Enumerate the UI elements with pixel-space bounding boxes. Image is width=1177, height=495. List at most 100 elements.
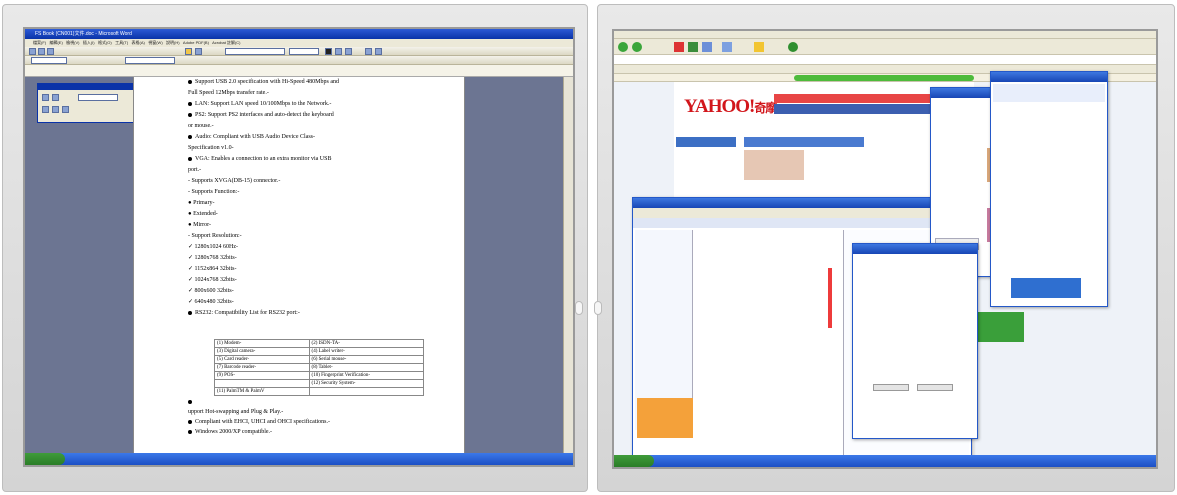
new-doc-icon[interactable] (29, 48, 36, 55)
document-page[interactable]: Support USB 2.0 specification with Hi-Sp… (133, 77, 465, 465)
menu-tools[interactable]: 工具(T) (115, 40, 128, 45)
list-scrollbar[interactable] (828, 268, 832, 328)
panel-tool-icon[interactable] (62, 106, 69, 113)
yahoo-left-menu[interactable] (676, 137, 736, 147)
document-line: - Supports XVGA(DB-15) connector.- (188, 178, 280, 185)
back-icon[interactable] (618, 42, 628, 52)
document-line-text: Full Speed 12Mbps transfer rate.- (188, 90, 269, 96)
document-line-text: Specification v1.0- (188, 145, 234, 151)
address-bar[interactable] (614, 55, 1156, 65)
taskbar (614, 455, 1156, 467)
menu-format[interactable]: 格式(O) (98, 40, 112, 45)
contact-list[interactable] (993, 106, 1105, 256)
stop-icon[interactable] (674, 42, 684, 52)
ie-menu-bar[interactable] (614, 31, 1156, 39)
start-button[interactable] (614, 455, 654, 467)
document-line: ● Extended- (188, 211, 218, 218)
menu-help[interactable]: 說明(H) (166, 40, 180, 45)
panel-tool-icon[interactable] (42, 94, 49, 101)
menu-window[interactable]: 視窗(W) (148, 40, 162, 45)
document-line: Compliant with EHCI, UHCI and OHCI speci… (188, 419, 330, 426)
table-cell: (6) Serial mouse- (308, 355, 425, 364)
compose-button[interactable] (873, 384, 909, 391)
document-line: ✓ 1024x768 32bits- (188, 277, 237, 284)
table-row: (11) PalmTM & PalmV (214, 387, 425, 396)
messenger-profile[interactable] (993, 84, 1105, 102)
table-cell: (2) ISDN-TA- (308, 339, 425, 348)
menu-file[interactable]: 檔案(F) (33, 40, 46, 45)
refresh-icon[interactable] (688, 42, 698, 52)
compose-body[interactable] (857, 284, 973, 364)
paste-icon[interactable] (185, 48, 192, 55)
table-cell: (3) Digital camera- (214, 347, 310, 356)
menu-view[interactable]: 檢視(V) (66, 40, 79, 45)
document-line: VGA: Enables a connection to an extra mo… (188, 156, 331, 163)
open-icon[interactable] (38, 48, 45, 55)
document-line: ✓ 1152x864 32bits- (188, 266, 236, 273)
bullet-icon (188, 156, 192, 161)
yahoo-logo[interactable]: YAHOO!奇摩 (684, 96, 777, 118)
ie-toolbar[interactable] (614, 39, 1156, 55)
underline-icon[interactable] (345, 48, 352, 55)
menu-insert[interactable]: 插入(I) (83, 40, 95, 45)
word-format-toolbar[interactable] (25, 56, 573, 65)
search-icon[interactable] (722, 42, 732, 52)
font-size-select[interactable] (289, 48, 319, 55)
ruler[interactable] (25, 65, 573, 77)
word-menu-bar[interactable]: 檔案(F) 編輯(E) 檢視(V) 插入(I) 格式(O) 工具(T) 表格(A… (25, 39, 573, 47)
messenger-ad[interactable] (1011, 278, 1081, 298)
compose-button[interactable] (917, 384, 953, 391)
monitor-button (594, 301, 602, 315)
panel-select[interactable] (78, 94, 118, 101)
messenger-window[interactable] (990, 71, 1108, 307)
ad-banner[interactable] (974, 312, 1024, 342)
document-line: Audio: Compliant with USB Audio Device C… (188, 134, 315, 141)
rs232-table: (1) Modem- (2) ISDN-TA- (3) Digital camera… (214, 339, 425, 396)
panel-tool-icon[interactable] (52, 94, 59, 101)
panel-tool-icon[interactable] (52, 106, 59, 113)
menu-adobe-pdf[interactable]: Adobe PDF(B) (183, 40, 209, 45)
document-line-text: ✓ 800x600 32bits- (188, 288, 234, 294)
document-line: LAN: Support LAN speed 10/100Mbps to the… (188, 101, 331, 108)
save-icon[interactable] (47, 48, 54, 55)
bullet-icon (188, 112, 192, 117)
media-icon[interactable] (788, 42, 798, 52)
document-line: PS2: Support PS2 interfaces and auto-det… (188, 112, 334, 119)
document-line: Windows 2000/XP compatible.- (188, 429, 272, 436)
table-row: (12) Security System- (214, 379, 425, 388)
mail-menu-bar[interactable] (633, 208, 971, 218)
document-line-text: ✓ 1280x1024 60Hz- (188, 244, 239, 250)
document-line-text: Audio: Compliant with USB Audio Device C… (195, 134, 315, 140)
favorites-icon[interactable] (754, 42, 764, 52)
zoom-select[interactable] (125, 57, 175, 64)
document-line: ✓ 800x600 32bits- (188, 288, 234, 295)
menu-table[interactable]: 表格(A) (132, 40, 145, 45)
message-list[interactable] (697, 230, 837, 455)
word-standard-toolbar[interactable] (25, 47, 573, 56)
style-select[interactable] (225, 48, 285, 55)
folder-shortcuts[interactable] (637, 398, 693, 438)
panel-tool-icon[interactable] (42, 106, 49, 113)
yahoo-news-tabs[interactable] (744, 137, 864, 147)
menu-edit[interactable]: 編輯(E) (49, 40, 62, 45)
document-line: ✓ 1280x1024 60Hz- (188, 244, 238, 251)
align-center-icon[interactable] (375, 48, 382, 55)
font-name-select[interactable] (31, 57, 67, 64)
mail-toolbar[interactable] (633, 218, 971, 228)
start-button[interactable] (25, 453, 65, 465)
home-icon[interactable] (702, 42, 712, 52)
menu-acrobat[interactable]: Acrobat 註解(C) (212, 40, 240, 45)
document-line-text: port.- (188, 167, 202, 173)
news-photo[interactable] (744, 150, 804, 180)
table-cell: (10) Fingerprint Verification- (308, 371, 425, 380)
vertical-scrollbar[interactable] (563, 77, 573, 457)
align-left-icon[interactable] (365, 48, 372, 55)
document-line: or mouse.- (188, 123, 214, 130)
forward-icon[interactable] (632, 42, 642, 52)
bold-icon[interactable] (325, 48, 332, 55)
document-line-text: Windows 2000/XP compatible.- (195, 429, 273, 435)
italic-icon[interactable] (335, 48, 342, 55)
message-compose-window[interactable] (852, 243, 978, 439)
undo-icon[interactable] (195, 48, 202, 55)
table-cell: (12) Security System- (308, 379, 425, 388)
